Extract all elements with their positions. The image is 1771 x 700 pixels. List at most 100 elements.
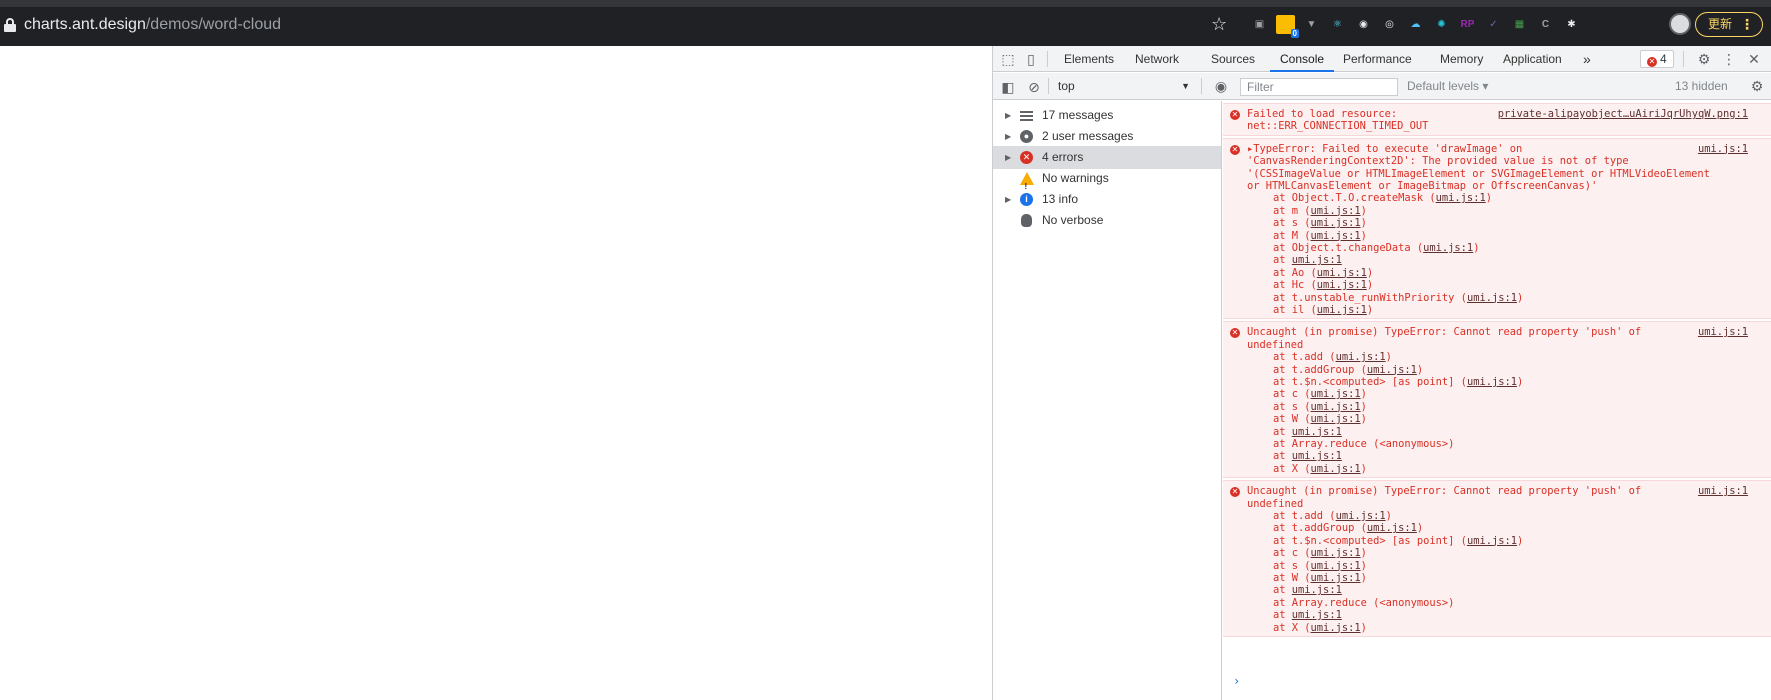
stack-frame-link[interactable]: umi.js:1 bbox=[1292, 609, 1342, 621]
stack-frame-link[interactable]: umi.js:1 bbox=[1311, 413, 1361, 425]
context-selector[interactable]: top ▼ bbox=[1058, 78, 1190, 95]
sidebar-item-13-info[interactable]: ▶ i 13 info bbox=[993, 188, 1221, 211]
tab-elements[interactable]: Elements bbox=[1064, 46, 1114, 72]
stack-frame-link[interactable]: umi.js:1 bbox=[1311, 463, 1361, 475]
stack-frame-text: at W ( bbox=[1273, 413, 1311, 426]
source-link[interactable]: umi.js:1 bbox=[1698, 485, 1748, 497]
console-error-message[interactable]: ✕ Uncaught (in promise) TypeError: Cannot… bbox=[1223, 321, 1771, 479]
extensions-bar: ▣ 0 ▼ ⚛ ◉ ◎ ☁ ✺ RP ✓ ▦ C ✱ bbox=[1250, 11, 1581, 38]
stack-frame-link[interactable]: umi.js:1 bbox=[1311, 205, 1361, 217]
stack-frame-link[interactable]: umi.js:1 bbox=[1467, 535, 1517, 547]
cloud-extension-icon[interactable]: ☁ bbox=[1406, 15, 1425, 34]
stack-frame: at umi.js:1 bbox=[1273, 584, 1523, 596]
stack-frame-link[interactable]: umi.js:1 bbox=[1467, 292, 1517, 304]
puzzle-icon[interactable]: ✱ bbox=[1562, 15, 1581, 34]
grid-extension-icon[interactable]: ▦ bbox=[1510, 15, 1529, 34]
update-button[interactable]: 更新 ⋮ bbox=[1695, 12, 1763, 37]
stack-frame-link[interactable]: umi.js:1 bbox=[1367, 364, 1417, 376]
stack-frame-link[interactable]: umi.js:1 bbox=[1311, 622, 1361, 634]
stack-frame-link[interactable]: umi.js:1 bbox=[1311, 572, 1361, 584]
stack-frame-text: at Array.reduce (<anonymous>) bbox=[1273, 596, 1455, 609]
stack-frame-link[interactable]: umi.js:1 bbox=[1367, 522, 1417, 534]
stack-frame-link[interactable]: umi.js:1 bbox=[1423, 242, 1473, 254]
sidebar-item-no-warnings[interactable]: ! No warnings bbox=[993, 167, 1221, 191]
stack-frame-link[interactable]: umi.js:1 bbox=[1292, 450, 1342, 462]
stack-frame-link[interactable]: umi.js:1 bbox=[1317, 267, 1367, 279]
react-devtools-icon[interactable]: ⚛ bbox=[1328, 15, 1347, 34]
expand-triangle-icon[interactable]: ▶ bbox=[1005, 125, 1011, 148]
lock-icon[interactable] bbox=[4, 18, 16, 32]
tab-sources[interactable]: Sources bbox=[1211, 46, 1255, 72]
stack-frame-link[interactable]: umi.js:1 bbox=[1311, 388, 1361, 400]
more-options-icon[interactable]: ⋮ bbox=[1721, 51, 1737, 67]
expand-triangle-icon[interactable]: ▶ bbox=[1005, 104, 1011, 127]
log-levels-dropdown[interactable]: Default levels ▾ bbox=[1407, 78, 1488, 95]
tab-network[interactable]: Network bbox=[1135, 46, 1179, 72]
device-toolbar-icon[interactable]: ▯ bbox=[1023, 51, 1039, 67]
page-viewport bbox=[0, 46, 992, 700]
stack-frame-link[interactable]: umi.js:1 bbox=[1311, 560, 1361, 572]
stack-frame-link[interactable]: umi.js:1 bbox=[1311, 547, 1361, 559]
address-bar[interactable]: charts.ant.design/demos/word-cloud bbox=[24, 15, 281, 35]
profile-avatar[interactable] bbox=[1669, 13, 1691, 35]
error-icon: ✕ bbox=[1647, 57, 1657, 67]
clear-console-icon[interactable]: ⊘ bbox=[1026, 79, 1042, 95]
tab-console[interactable]: Console bbox=[1270, 46, 1335, 72]
stack-frame-link[interactable]: umi.js:1 bbox=[1467, 376, 1517, 388]
notes-extension-icon[interactable]: 0 bbox=[1276, 14, 1299, 38]
settings-gear-icon[interactable]: ⚙ bbox=[1696, 51, 1712, 67]
close-icon[interactable]: ✕ bbox=[1746, 51, 1762, 67]
filter-input[interactable] bbox=[1240, 78, 1398, 96]
console-prompt[interactable]: › bbox=[1233, 674, 1240, 688]
sidebar-item-2-user-messages[interactable]: ▶ ● 2 user messages bbox=[993, 125, 1221, 148]
stack-frame-text: ) bbox=[1360, 571, 1367, 584]
console-settings-gear-icon[interactable]: ⚙ bbox=[1749, 78, 1765, 94]
check-extension-icon[interactable]: ✓ bbox=[1484, 15, 1503, 34]
stack-frame-link[interactable]: umi.js:1 bbox=[1292, 584, 1342, 596]
expand-triangle-icon[interactable]: ▶ bbox=[1005, 146, 1011, 169]
toolbar-divider bbox=[1683, 51, 1684, 67]
stack-frame-link[interactable]: umi.js:1 bbox=[1311, 217, 1361, 229]
source-link[interactable]: private-alipayobject…uAiriJqrUhyqW.png:1 bbox=[1498, 108, 1748, 120]
stack-frame-link[interactable]: umi.js:1 bbox=[1317, 304, 1367, 316]
more-tabs-button[interactable]: » bbox=[1583, 46, 1591, 72]
eye-extension-icon[interactable]: ◉ bbox=[1354, 15, 1373, 34]
vue-devtools-icon[interactable]: ▼ bbox=[1302, 15, 1321, 34]
source-link[interactable]: umi.js:1 bbox=[1698, 143, 1748, 155]
target-extension-icon[interactable]: ◎ bbox=[1380, 15, 1399, 34]
stack-frame: at Hc (umi.js:1) bbox=[1273, 279, 1523, 291]
stack-frame-link[interactable]: umi.js:1 bbox=[1336, 510, 1386, 522]
bookmark-star-icon[interactable]: ☆ bbox=[1211, 13, 1227, 35]
teal-extension-icon[interactable]: ✺ bbox=[1432, 15, 1451, 34]
stack-frame-link[interactable]: umi.js:1 bbox=[1336, 351, 1386, 363]
tab-performance[interactable]: Performance bbox=[1343, 46, 1412, 72]
stack-frame-text: at M ( bbox=[1273, 229, 1311, 242]
sidebar-item-label: No warnings bbox=[1042, 171, 1109, 185]
console-error-message[interactable]: ✕ ▸TypeError: Failed to execute 'drawImag… bbox=[1223, 137, 1771, 320]
stack-frame-link[interactable]: umi.js:1 bbox=[1292, 426, 1342, 438]
expand-triangle-icon[interactable]: ▶ bbox=[1005, 188, 1011, 211]
stack-trace: at Object.T.O.createMask (umi.js:1) at m … bbox=[1273, 192, 1523, 316]
console-toolbar: ◧ ⊘ top ▼ ◉ Default levels ▾ 13 hidden ⚙ bbox=[993, 73, 1771, 100]
console-error-message[interactable]: ✕ Uncaught (in promise) TypeError: Cannot… bbox=[1223, 480, 1771, 637]
sidebar-item-17-messages[interactable]: ▶ 17 messages bbox=[993, 104, 1221, 127]
rp-extension-icon[interactable]: RP bbox=[1458, 15, 1477, 34]
console-error-message[interactable]: ✕ Failed to load resource: net::ERR_CONNE… bbox=[1223, 103, 1771, 136]
live-expression-eye-icon[interactable]: ◉ bbox=[1213, 78, 1229, 94]
camera-icon[interactable]: ▣ bbox=[1250, 15, 1269, 34]
sidebar-item-no-verbose[interactable]: No verbose bbox=[993, 209, 1221, 232]
stack-frame-link[interactable]: umi.js:1 bbox=[1311, 230, 1361, 242]
source-link[interactable]: umi.js:1 bbox=[1698, 326, 1748, 338]
stack-frame: at s (umi.js:1) bbox=[1273, 560, 1523, 572]
error-count-badge[interactable]: ✕ 4 bbox=[1640, 50, 1674, 68]
stack-frame-link[interactable]: umi.js:1 bbox=[1311, 401, 1361, 413]
sidebar-item-4-errors[interactable]: ▶ ✕ 4 errors bbox=[993, 146, 1221, 169]
inspect-element-icon[interactable]: ⬚ bbox=[1000, 51, 1016, 67]
stack-frame-link[interactable]: umi.js:1 bbox=[1436, 192, 1486, 204]
tab-application[interactable]: Application bbox=[1503, 46, 1562, 72]
bracket-extension-icon[interactable]: C bbox=[1536, 15, 1555, 34]
sidebar-toggle-icon[interactable]: ◧ bbox=[1000, 79, 1016, 95]
stack-frame-link[interactable]: umi.js:1 bbox=[1317, 279, 1367, 291]
stack-frame-link[interactable]: umi.js:1 bbox=[1292, 254, 1342, 266]
tab-memory[interactable]: Memory bbox=[1440, 46, 1483, 72]
